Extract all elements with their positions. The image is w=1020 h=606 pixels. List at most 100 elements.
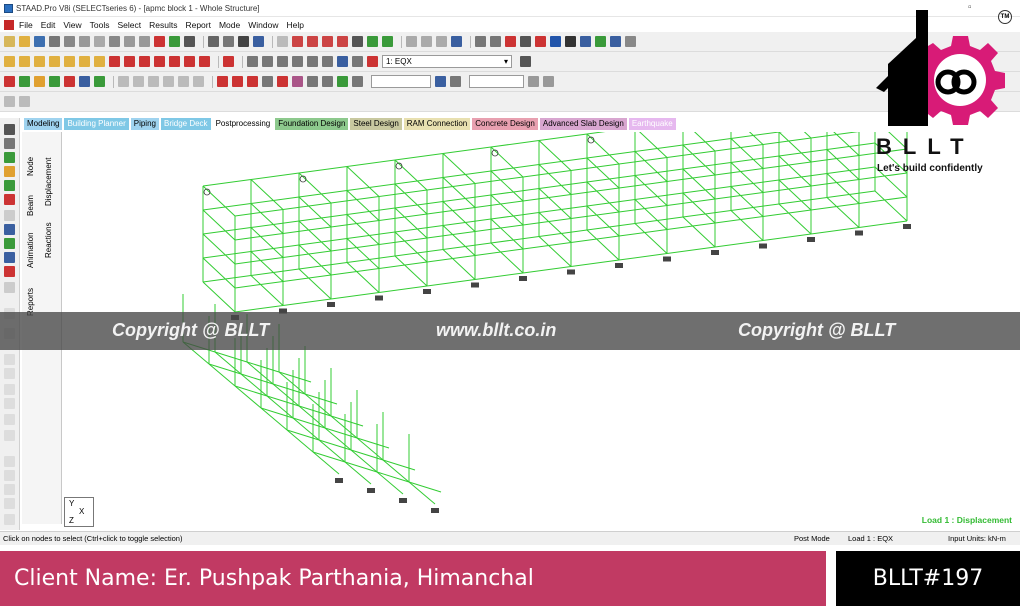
- beam[interactable]: [250, 203, 284, 234]
- beam[interactable]: [826, 149, 860, 180]
- tab-ram-connection[interactable]: RAM Connection: [403, 118, 471, 130]
- beam[interactable]: [202, 257, 236, 289]
- beam[interactable]: [324, 427, 358, 439]
- cross-icon[interactable]: [4, 266, 15, 277]
- spin-stepper-icon[interactable]: [528, 76, 539, 87]
- beam[interactable]: [538, 133, 588, 141]
- beam[interactable]: [208, 363, 242, 375]
- property-icon[interactable]: [505, 36, 516, 47]
- beam[interactable]: [346, 262, 380, 293]
- beam[interactable]: [490, 170, 524, 202]
- beam[interactable]: [874, 190, 908, 222]
- beam[interactable]: [634, 223, 668, 254]
- menu-file[interactable]: File: [19, 20, 33, 30]
- mz-icon[interactable]: [133, 76, 144, 87]
- beam[interactable]: [570, 259, 620, 267]
- tab-building-planner[interactable]: Building Planner: [64, 118, 129, 130]
- layout-icon[interactable]: [19, 96, 30, 107]
- beam[interactable]: [490, 194, 524, 226]
- beam[interactable]: [260, 407, 294, 419]
- view-iso-icon[interactable]: [94, 56, 105, 67]
- beam[interactable]: [202, 233, 236, 265]
- beam[interactable]: [522, 266, 572, 274]
- beam[interactable]: [682, 192, 716, 224]
- beam[interactable]: [330, 415, 364, 427]
- beam[interactable]: [240, 373, 274, 385]
- cursor-geometry-icon[interactable]: [64, 76, 75, 87]
- beam[interactable]: [282, 298, 332, 306]
- dimension-tool-icon[interactable]: [4, 498, 15, 509]
- node-rotate-icon[interactable]: [436, 36, 447, 47]
- arc-icon[interactable]: [475, 36, 486, 47]
- query-icon[interactable]: [520, 56, 531, 67]
- beam-icon[interactable]: [277, 36, 288, 47]
- plates-cursor-icon[interactable]: [4, 152, 15, 163]
- beam[interactable]: [382, 459, 410, 483]
- value-field[interactable]: [469, 75, 524, 88]
- menu-help[interactable]: Help: [286, 20, 303, 30]
- load-case-select[interactable]: 1: EQX ▾: [382, 55, 512, 68]
- beam[interactable]: [272, 383, 306, 395]
- beam-disp-icon[interactable]: [247, 76, 258, 87]
- fixed-support-icon[interactable]: [471, 282, 479, 288]
- spin-left-icon[interactable]: [169, 56, 180, 67]
- beam[interactable]: [202, 209, 236, 241]
- beam[interactable]: [490, 146, 524, 178]
- beam[interactable]: [394, 183, 428, 215]
- beam[interactable]: [240, 373, 268, 397]
- beam[interactable]: [272, 383, 300, 407]
- view-left-icon[interactable]: [34, 56, 45, 67]
- section-icon[interactable]: [595, 36, 606, 47]
- beam[interactable]: [618, 253, 668, 261]
- beam[interactable]: [356, 437, 390, 449]
- scale-icon[interactable]: [352, 76, 363, 87]
- beam[interactable]: [346, 214, 380, 245]
- beam[interactable]: [250, 251, 284, 282]
- plan-view-icon[interactable]: [4, 354, 15, 365]
- view-bottom-icon[interactable]: [79, 56, 90, 67]
- beam[interactable]: [394, 207, 428, 239]
- structure-icon[interactable]: [4, 96, 15, 107]
- save-icon[interactable]: [34, 36, 45, 47]
- beam[interactable]: [286, 429, 320, 441]
- fixed-support-icon[interactable]: [807, 237, 815, 242]
- calc-icon[interactable]: [610, 36, 621, 47]
- snapshot-icon[interactable]: [238, 36, 249, 47]
- node-disp-icon[interactable]: [232, 76, 243, 87]
- view-right-icon[interactable]: [49, 56, 60, 67]
- info-icon[interactable]: [625, 36, 636, 47]
- tab-piping[interactable]: Piping: [130, 118, 159, 130]
- beam[interactable]: [490, 218, 524, 250]
- report-icon[interactable]: [253, 36, 264, 47]
- results-table-icon[interactable]: [435, 76, 446, 87]
- fixed-support-icon[interactable]: [431, 508, 439, 513]
- structure-view-icon[interactable]: [4, 414, 15, 425]
- spin-right-icon[interactable]: [184, 56, 195, 67]
- beam[interactable]: [304, 393, 332, 417]
- beam[interactable]: [442, 249, 476, 280]
- table-view-icon[interactable]: [4, 456, 15, 467]
- beam[interactable]: [318, 439, 346, 463]
- tab-foundation-design[interactable]: Foundation Design: [275, 118, 349, 130]
- beam[interactable]: [286, 429, 314, 453]
- beam[interactable]: [426, 279, 476, 287]
- add-icon[interactable]: [543, 76, 554, 87]
- beam[interactable]: [634, 151, 668, 182]
- cursor-surface-icon[interactable]: [79, 76, 90, 87]
- beam[interactable]: [408, 481, 436, 505]
- beam[interactable]: [408, 481, 442, 493]
- beam[interactable]: [350, 449, 378, 473]
- rotate-down-icon[interactable]: [124, 56, 135, 67]
- beam[interactable]: [778, 203, 812, 235]
- spec-icon[interactable]: [520, 36, 531, 47]
- stress-icon[interactable]: [262, 76, 273, 87]
- cursor-solid-icon[interactable]: [49, 76, 60, 87]
- display-window-icon[interactable]: [337, 56, 348, 67]
- beam[interactable]: [250, 172, 300, 180]
- beam[interactable]: [586, 229, 620, 261]
- beam[interactable]: [292, 417, 326, 429]
- fixed-support-icon[interactable]: [375, 295, 383, 301]
- graph-icon[interactable]: [4, 470, 15, 481]
- zoom-previous-icon[interactable]: [307, 56, 318, 67]
- beam[interactable]: [586, 157, 620, 189]
